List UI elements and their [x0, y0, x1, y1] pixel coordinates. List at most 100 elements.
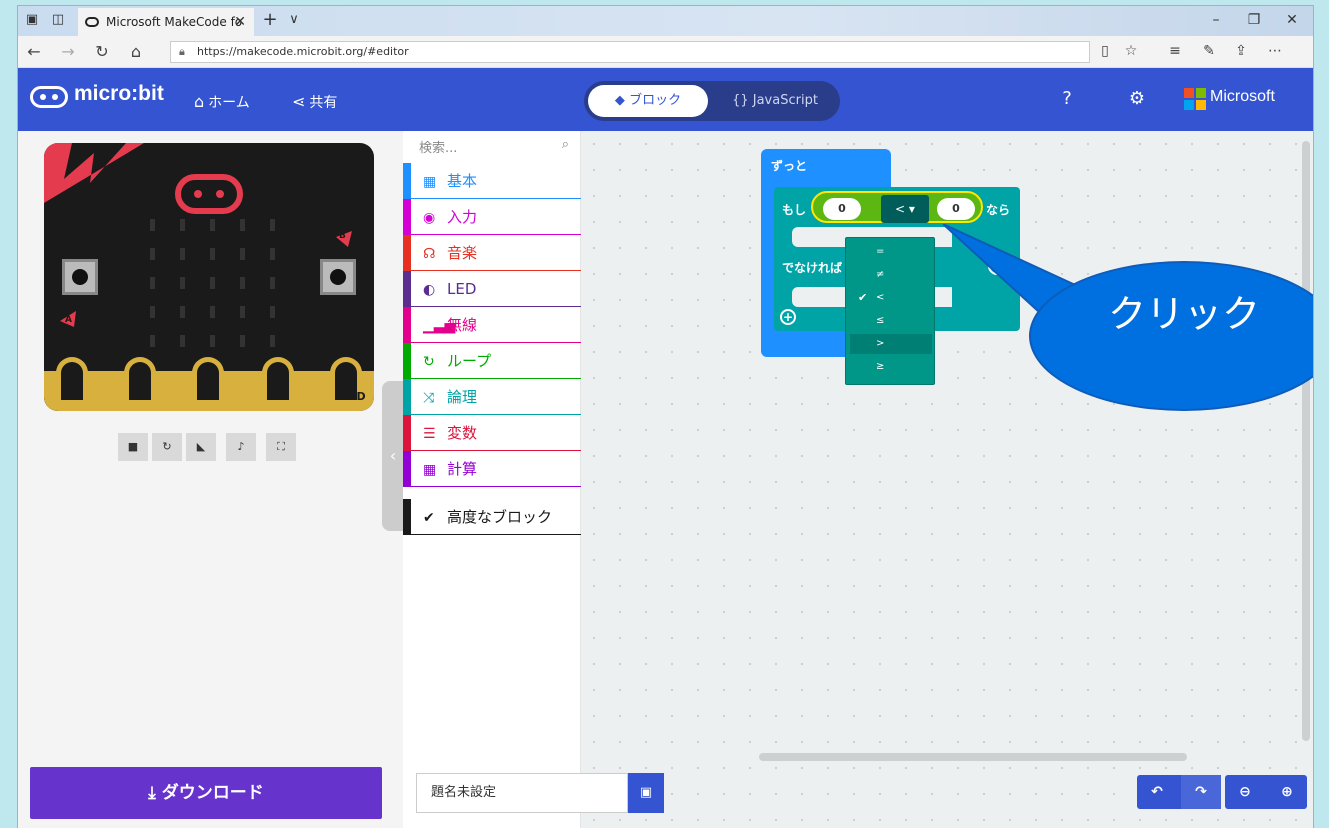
restart-icon[interactable]: ↻: [152, 433, 182, 461]
operator-option-neq[interactable]: ≠: [850, 265, 932, 285]
title-bar: ▣ ◫ Microsoft MakeCode fo ✕ + ∨ – ❐ ✕: [18, 6, 1313, 36]
right-operand[interactable]: 0: [937, 198, 975, 220]
button-a-label: A: [65, 315, 72, 325]
forward-icon[interactable]: →: [58, 42, 78, 61]
led: [150, 306, 155, 318]
braces-icon: {}: [732, 93, 753, 108]
category-label: 音楽: [447, 244, 478, 262]
javascript-tab[interactable]: {} JavaScript: [714, 85, 836, 117]
shuffle-icon: ⤨: [423, 390, 435, 406]
reading-view-icon[interactable]: ▯: [1096, 43, 1114, 59]
microbit-logo[interactable]: micro:bit: [30, 82, 164, 108]
home-icon[interactable]: ⌂: [126, 42, 146, 61]
option-label: <: [876, 292, 885, 303]
collapse-simulator-button[interactable]: ‹: [382, 381, 404, 531]
tab-list-icon[interactable]: ∨: [286, 13, 302, 27]
category-variables[interactable]: ☰ 変数: [403, 415, 581, 451]
blocks-tab[interactable]: ◆ ブロック: [588, 85, 708, 117]
puzzle-icon: ◆: [614, 93, 630, 108]
operator-menu: = ≠ ✔ < ≤ > ≥: [845, 237, 935, 385]
category-music[interactable]: ☊ 音楽: [403, 235, 581, 271]
operator-option-eq[interactable]: =: [850, 242, 932, 262]
led: [180, 306, 185, 318]
microbit-logo-icon: [30, 86, 68, 108]
home-label: ホーム: [208, 95, 250, 111]
minimize-button[interactable]: –: [1206, 12, 1226, 28]
help-icon[interactable]: ?: [1056, 88, 1078, 109]
operator-option-ge[interactable]: ≥: [850, 357, 932, 377]
gear-icon[interactable]: ⚙: [1126, 88, 1148, 109]
refresh-icon[interactable]: ↻: [92, 42, 112, 61]
then-label: なら: [986, 203, 1011, 217]
zoom-out-icon[interactable]: ⊖: [1225, 775, 1265, 809]
horizontal-scrollbar[interactable]: [759, 753, 1187, 761]
close-button[interactable]: ✕: [1282, 12, 1302, 28]
led: [270, 277, 275, 289]
back-icon[interactable]: ←: [24, 42, 44, 61]
stop-icon[interactable]: ■: [118, 433, 148, 461]
toolbox: 検索... ⌕ ▦ 基本 ◉ 入力 ☊ 音楽 ◐ LED ▁▃▅無線 ↻ ループ ⤨ 論理 …: [403, 131, 581, 828]
led: [270, 306, 275, 318]
category-input[interactable]: ◉ 入力: [403, 199, 581, 235]
vertical-scrollbar[interactable]: [1302, 141, 1310, 741]
category-led[interactable]: ◐ LED: [403, 271, 581, 307]
operator-dropdown[interactable]: < ▾: [881, 195, 929, 223]
search-input[interactable]: 検索... ⌕: [403, 131, 581, 161]
share-icon[interactable]: ⇪: [1232, 43, 1250, 59]
operator-option-lt[interactable]: ✔ <: [850, 288, 932, 308]
pen-icon[interactable]: ✎: [1200, 43, 1218, 59]
category-radio[interactable]: ▁▃▅無線: [403, 307, 581, 343]
zoom-in-icon[interactable]: ⊕: [1267, 775, 1307, 809]
tab-preview-icon[interactable]: ◫: [50, 13, 66, 27]
category-label: 入力: [447, 208, 478, 226]
led: [150, 219, 155, 231]
remove-else-icon[interactable]: −: [988, 257, 1006, 275]
browser-tab[interactable]: Microsoft MakeCode fo ✕: [78, 8, 254, 36]
category-label: 計算: [447, 460, 478, 478]
share-label: 共有: [309, 95, 338, 111]
mute-icon[interactable]: ♪: [226, 433, 256, 461]
left-operand[interactable]: 0: [823, 198, 861, 220]
button-b[interactable]: [320, 259, 356, 295]
loop-icon: ↻: [423, 354, 435, 370]
home-button[interactable]: ⌂ ホーム: [194, 92, 250, 112]
category-loops[interactable]: ↻ ループ: [403, 343, 581, 379]
led: [240, 248, 245, 260]
led: [240, 277, 245, 289]
led: [240, 306, 245, 318]
download-button[interactable]: ⤓ ダウンロード: [30, 767, 382, 819]
blocks-workspace[interactable]: ずっと もし なら でなければ − + 0 < ▾ 0 = ≠ ✔ < ≤ > ≥: [581, 131, 1313, 828]
redo-icon[interactable]: ↷: [1181, 775, 1221, 809]
forever-label: ずっと: [771, 159, 808, 173]
url-text: https://makecode.microbit.org/#editor: [197, 45, 409, 58]
share-button[interactable]: ⋖ 共有: [292, 92, 337, 112]
url-field[interactable]: 🔒︎ https://makecode.microbit.org/#editor: [170, 41, 1090, 63]
category-math[interactable]: ▦ 計算: [403, 451, 581, 487]
maximize-button[interactable]: ❐: [1244, 12, 1264, 28]
led: [150, 335, 155, 347]
operator-option-le[interactable]: ≤: [850, 311, 932, 331]
category-label: 変数: [447, 424, 478, 442]
favorites-list-icon[interactable]: ≡: [1166, 43, 1184, 59]
new-tab-button[interactable]: +: [262, 11, 278, 29]
led: [180, 248, 185, 260]
add-elseif-icon[interactable]: +: [780, 309, 796, 325]
project-name-input[interactable]: 題名未設定: [416, 773, 628, 813]
tab-actions-icon[interactable]: ▣: [24, 13, 40, 27]
search-icon: ⌕: [561, 137, 569, 152]
signal-icon: ▁▃▅: [423, 318, 456, 334]
tab-close-icon[interactable]: ✕: [234, 8, 246, 36]
button-a[interactable]: [62, 259, 98, 295]
more-icon[interactable]: ⋯: [1266, 43, 1284, 59]
fullscreen-icon[interactable]: ⛶: [266, 433, 296, 461]
undo-icon[interactable]: ↶: [1137, 775, 1177, 809]
category-basic[interactable]: ▦ 基本: [403, 163, 581, 199]
category-logic[interactable]: ⤨ 論理: [403, 379, 581, 415]
microsoft-label[interactable]: Microsoft: [1210, 88, 1275, 106]
category-advanced[interactable]: ✔ 高度なブロック: [403, 499, 581, 535]
slowmo-icon[interactable]: ◣: [186, 433, 216, 461]
save-button[interactable]: ▣: [628, 773, 664, 813]
operator-option-gt[interactable]: >: [850, 334, 932, 354]
favorite-star-icon[interactable]: ☆: [1122, 43, 1140, 59]
comparison-block[interactable]: 0 < ▾ 0: [811, 191, 983, 223]
